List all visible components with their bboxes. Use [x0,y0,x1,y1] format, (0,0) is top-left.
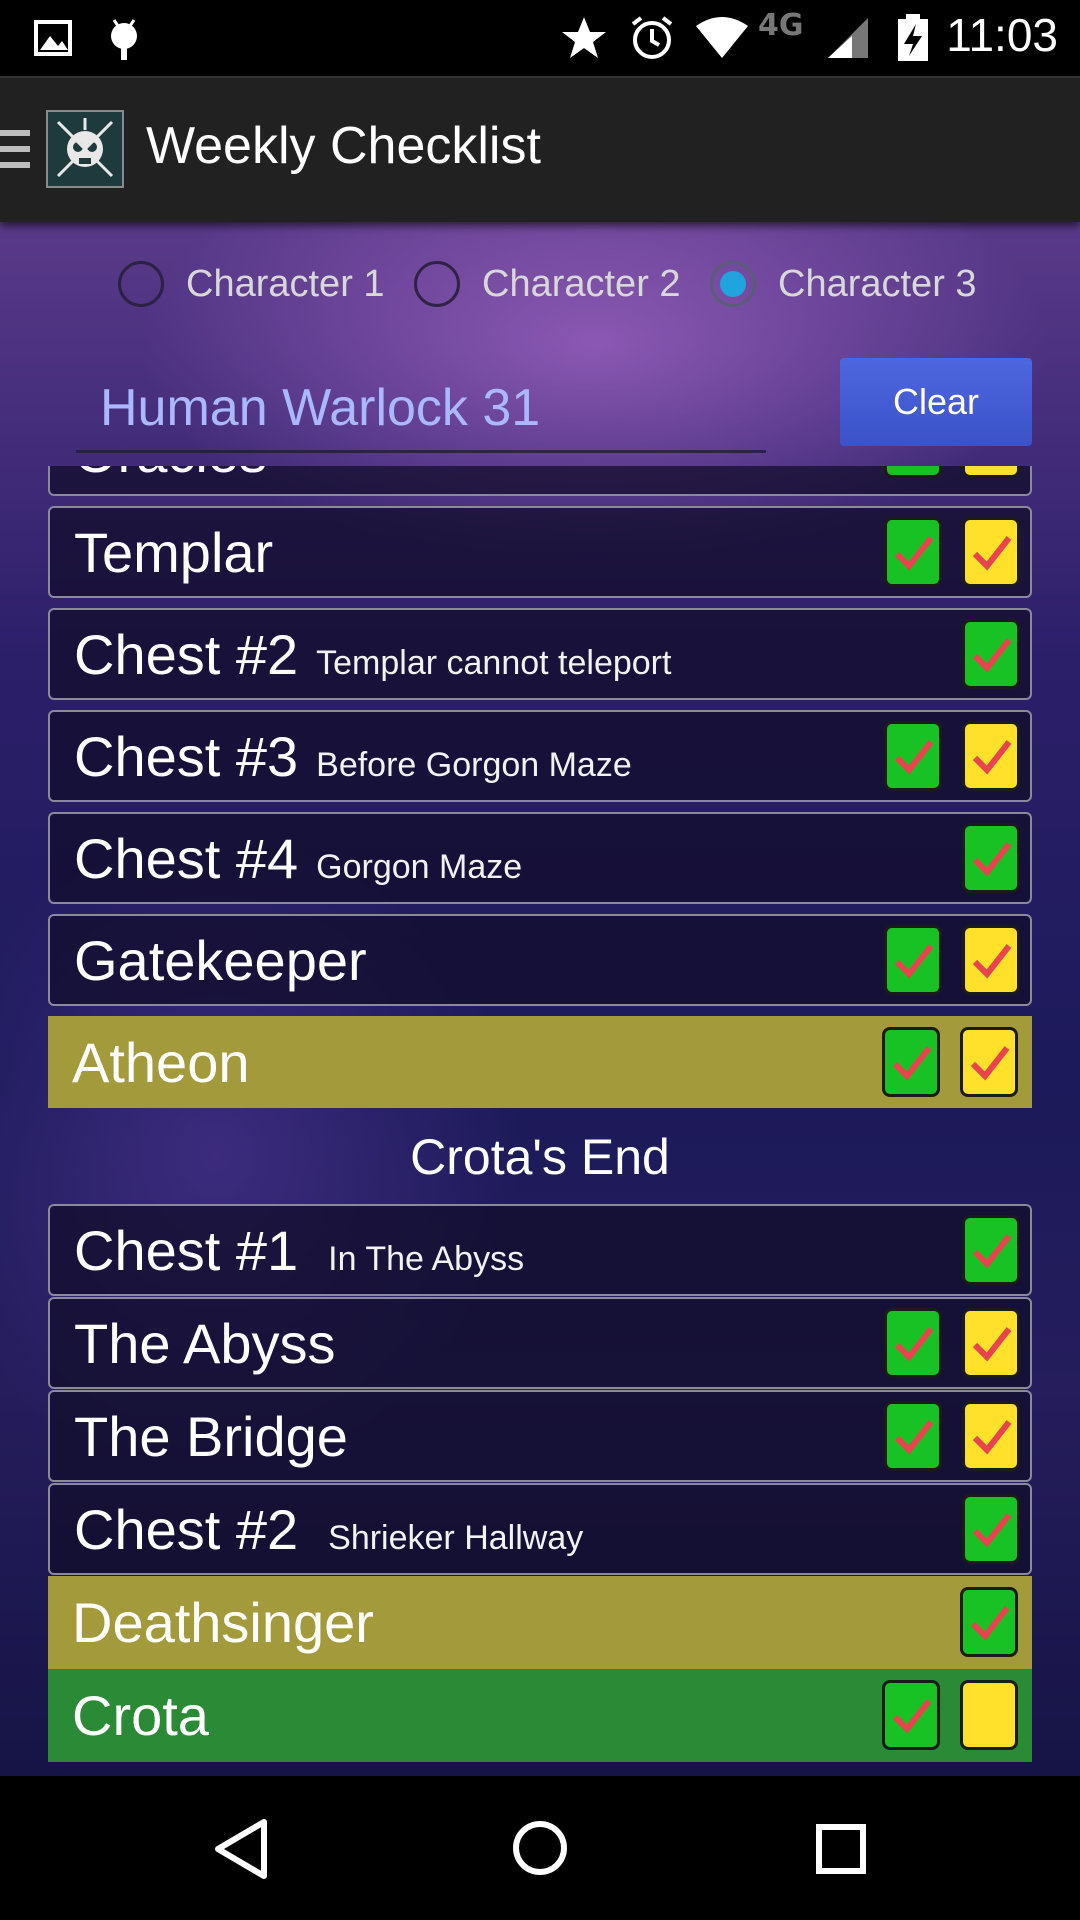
list-item: Chest #2 Shrieker Hallway [48,1483,1032,1575]
row-subtitle: Before Gorgon Maze [316,746,632,784]
row-title: The Abyss [74,1312,336,1375]
row-title-text: Chest #1 [74,1219,299,1282]
character-1-radio[interactable]: Character 1 [118,252,385,316]
row-subtitle: Templar cannot teleport [316,644,672,682]
row-title: Gatekeeper [74,929,367,992]
checkbox-green-checked[interactable] [884,1401,942,1471]
row-title: Chest #1 In The Abyss [74,1218,524,1283]
alarm-icon [628,14,676,62]
list-item: Templar [48,506,1032,598]
row-title: Templar [74,521,274,584]
home-icon[interactable] [512,1820,568,1880]
checkbox-green-checked[interactable] [962,1494,1020,1564]
checkbox-green-checked[interactable] [962,1215,1020,1285]
star-icon [560,14,608,62]
status-time: 11:03 [946,9,1058,61]
navigation-bar [0,1776,1080,1920]
checkbox-yellow-checked[interactable] [962,925,1020,995]
character-2-radio[interactable]: Character 2 [414,252,681,316]
radio-label: Character 3 [778,262,977,305]
clear-button[interactable]: Clear [840,358,1032,446]
list-item-boss-final: Crota [48,1669,1032,1762]
image-icon [34,14,74,62]
checkbox-yellow-checked[interactable] [962,517,1020,587]
radio-circle-selected[interactable] [710,261,756,307]
list-item: The Abyss [48,1297,1032,1389]
signal-icon [826,14,870,62]
checkbox-green[interactable] [884,466,942,478]
checkbox-yellow[interactable] [962,466,1020,478]
list-item: Chest #3 Before Gorgon Maze [48,710,1032,802]
row-title: Chest #3 Before Gorgon Maze [74,724,632,789]
checkbox-green-checked[interactable] [882,1680,940,1750]
page-title: Weekly Checklist [146,117,541,175]
row-subtitle: Gorgon Maze [316,848,523,886]
checkbox-green-checked[interactable] [884,1308,942,1378]
checkbox-yellow-checked[interactable] [960,1027,1018,1097]
list-item: Chest #1 In The Abyss [48,1204,1032,1296]
section-title: Crota's End [410,1129,670,1185]
battery-charging-icon [896,14,930,62]
checkbox-green-checked[interactable] [884,925,942,995]
checkbox-yellow-checked[interactable] [962,721,1020,791]
row-title: Atheon [72,1031,250,1094]
character-3-radio[interactable]: Character 3 [710,252,977,316]
checklist[interactable]: Oracles Templar Chest #2 Templar cannot t… [0,466,1080,1776]
checkbox-yellow-checked[interactable] [962,1401,1020,1471]
list-item: Chest #2 Templar cannot teleport [48,608,1032,700]
list-item: Chest #4 Gorgon Maze [48,812,1032,904]
character-radio-group: Character 1 Character 2 Character 3 [0,252,1080,316]
radio-circle[interactable] [118,261,164,307]
character-name-field[interactable]: Human Warlock 31 [76,370,766,453]
back-icon[interactable] [212,1818,270,1884]
list-item-oracles: Oracles [48,466,1032,496]
row-title-text: Chest #3 [74,725,299,788]
list-item-boss: Deathsinger [48,1576,1032,1669]
app-bar: Weekly Checklist [0,76,1080,222]
radio-label: Character 1 [186,262,385,305]
wifi-icon [694,14,750,62]
row-subtitle: Shrieker Hallway [328,1519,584,1557]
checkbox-green-checked[interactable] [882,1027,940,1097]
character-name-text[interactable]: Human Warlock 31 [100,378,540,438]
list-item: Gatekeeper [48,914,1032,1006]
radio-label: Character 2 [482,262,681,305]
row-title-text: Chest #2 [74,623,299,686]
row-title-text: Chest #2 [74,1498,299,1561]
network-type-label: 4G [758,8,804,43]
recents-icon[interactable] [816,1824,866,1878]
row-subtitle: In The Abyss [328,1240,525,1278]
content-area: Character 1 Character 2 Character 3 Huma… [0,220,1080,1776]
checkbox-green-checked[interactable] [960,1587,1018,1657]
row-title: Chest #4 Gorgon Maze [74,826,522,891]
row-title: Chest #2 Shrieker Hallway [74,1497,583,1562]
network-4g-icon: 4G [758,8,804,56]
checkbox-green-checked[interactable] [884,721,942,791]
list-item-boss: Atheon [48,1016,1032,1108]
destiny-skull-logo-icon[interactable] [46,110,124,188]
checkbox-green-checked[interactable] [962,823,1020,893]
row-title: Oracles [74,466,267,485]
status-bar: 4G 11:03 [0,0,1080,76]
radio-circle[interactable] [414,261,460,307]
row-title: The Bridge [74,1405,348,1468]
android-icon [104,14,144,62]
checkbox-yellow-checked[interactable] [962,1308,1020,1378]
row-title: Chest #2 Templar cannot teleport [74,622,671,687]
checkbox-green-checked[interactable] [962,619,1020,689]
checkbox-green-checked[interactable] [884,517,942,587]
row-title: Deathsinger [72,1591,374,1654]
row-title: Crota [72,1684,209,1747]
list-item: The Bridge [48,1390,1032,1482]
row-title-text: Chest #4 [74,827,299,890]
checkbox-yellow-unchecked[interactable] [960,1680,1018,1750]
hamburger-menu-icon[interactable] [0,130,30,174]
